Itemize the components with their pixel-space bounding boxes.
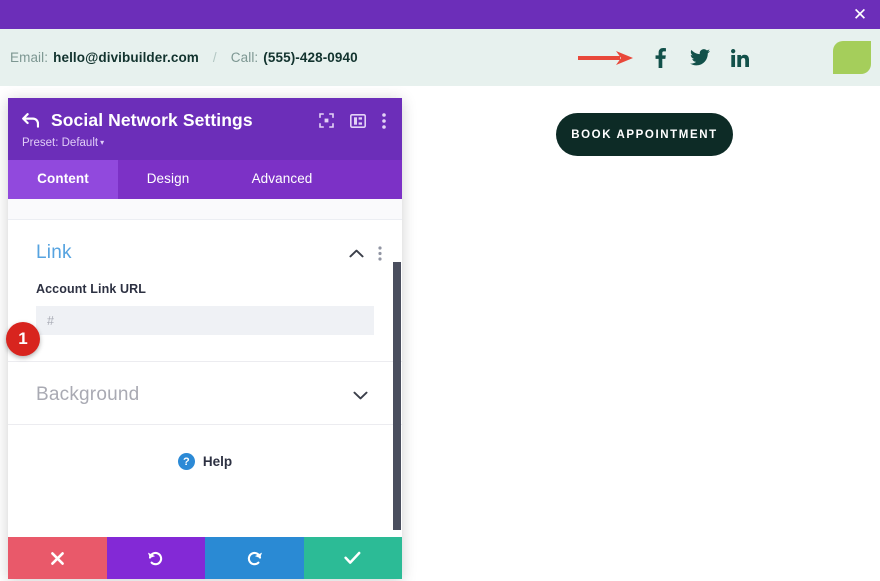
book-appointment-button[interactable]: BOOK APPOINTMENT (556, 113, 733, 156)
section-background-header[interactable]: Background (8, 362, 402, 424)
admin-bar: ✕ (0, 0, 880, 29)
help-link[interactable]: Help (203, 454, 232, 469)
twitter-icon[interactable] (680, 29, 720, 86)
settings-scroll-area: Link Account Link URL # Background ? Hel… (8, 220, 402, 537)
chevron-down-icon[interactable] (353, 391, 368, 400)
section-link-header[interactable]: Link (8, 220, 402, 282)
focus-module-icon[interactable] (319, 113, 334, 128)
section-link-title: Link (36, 242, 72, 263)
section-link: Link Account Link URL (8, 220, 402, 362)
contact-info: Email: hello@divibuilder.com / Call: (55… (10, 50, 358, 65)
social-icons-group (578, 29, 760, 86)
preset-selector[interactable]: Preset: Default ▾ (22, 137, 104, 149)
layout-view-icon[interactable] (350, 113, 366, 128)
email-value[interactable]: hello@divibuilder.com (53, 50, 199, 65)
account-link-url-input[interactable] (36, 306, 374, 335)
scrollbar-thumb[interactable] (393, 262, 401, 530)
section-background: Background (8, 362, 402, 425)
phone-value[interactable]: (555)-428-0940 (263, 50, 357, 65)
chevron-down-icon: ▾ (100, 138, 105, 147)
contact-separator: / (212, 50, 217, 65)
section-link-body: Account Link URL (8, 282, 402, 361)
modal-tabs: Content Design Advanced (8, 160, 402, 199)
facebook-icon[interactable] (640, 29, 680, 86)
redo-button[interactable] (205, 537, 304, 579)
close-builder-button[interactable]: ✕ (840, 0, 880, 29)
settings-scrollbar[interactable] (393, 220, 402, 537)
linkedin-icon[interactable] (720, 29, 760, 86)
preset-label: Preset: Default (22, 137, 99, 149)
back-arrow-icon[interactable] (22, 113, 39, 128)
modal-header: Social Network Settings Preset: Default … (8, 98, 402, 160)
modal-footer (8, 537, 402, 579)
tab-advanced[interactable]: Advanced (218, 160, 346, 199)
red-arrow-annotation (578, 50, 633, 66)
section-link-options-icon[interactable] (378, 245, 382, 261)
help-row[interactable]: ? Help (8, 425, 402, 496)
phone-label: Call: (230, 50, 259, 65)
green-accent-shape (833, 41, 871, 74)
undo-button[interactable] (106, 537, 205, 579)
account-link-url-label: Account Link URL (36, 282, 146, 296)
tab-content[interactable]: Content (8, 160, 118, 199)
section-background-title: Background (36, 384, 140, 405)
modal-subbar (8, 199, 402, 220)
email-label: Email: (10, 50, 49, 65)
save-button[interactable] (303, 537, 402, 579)
modal-title: Social Network Settings (51, 110, 253, 130)
more-options-icon[interactable] (382, 112, 386, 129)
social-network-settings-modal: Social Network Settings Preset: Default … (8, 98, 402, 579)
chevron-up-icon[interactable] (349, 249, 364, 258)
annotation-badge-1: 1 (6, 322, 40, 356)
cancel-button[interactable] (8, 537, 107, 579)
help-question-icon: ? (177, 453, 195, 470)
tab-design[interactable]: Design (118, 160, 218, 199)
